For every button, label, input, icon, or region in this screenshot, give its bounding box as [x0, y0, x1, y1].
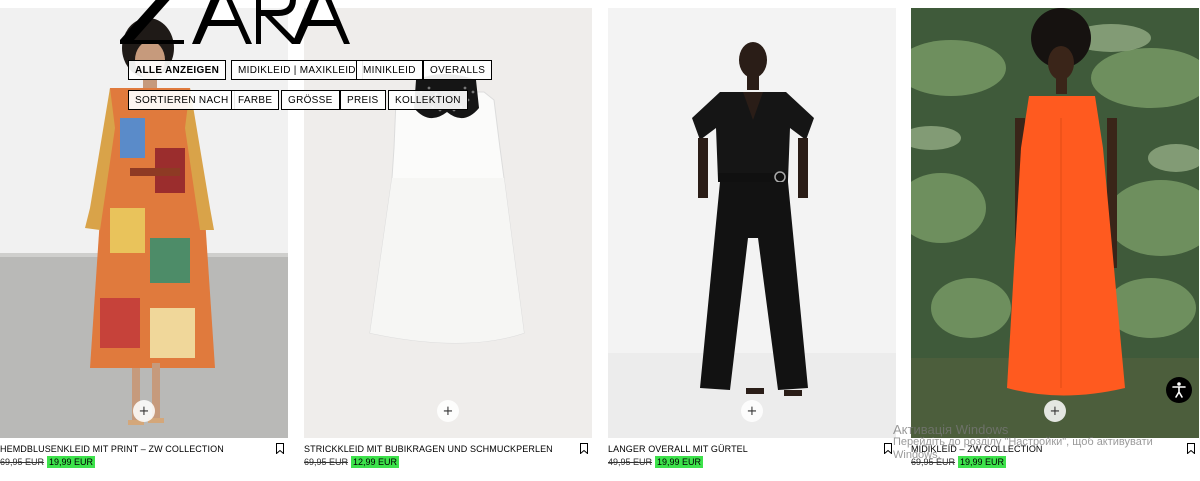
- watermark-line-2: Перейдіть до розділу "Настройки", щоб ак…: [893, 436, 1153, 448]
- filter-show-all[interactable]: ALLE ANZEIGEN: [128, 60, 227, 80]
- filter-overalls[interactable]: OVERALLS: [423, 60, 493, 80]
- add-to-cart-button[interactable]: +: [133, 400, 155, 422]
- sale-price: 12,99 EUR: [351, 456, 400, 468]
- add-to-cart-button[interactable]: +: [437, 400, 459, 422]
- sort-by-button[interactable]: SORTIEREN NACH: [128, 90, 236, 110]
- sale-price: 19,99 EUR: [655, 456, 704, 468]
- product-card[interactable]: + MIDIKLEID – ZW COLLECTION 69,95 EUR 19,…: [911, 8, 1199, 468]
- accessibility-icon: [1172, 382, 1186, 398]
- windows-activation-watermark: Активація Windows Перейдіть до розділу "…: [893, 423, 1193, 462]
- filter-price[interactable]: PREIS: [340, 90, 386, 110]
- sale-price: 19,99 EUR: [47, 456, 96, 468]
- bookmark-icon[interactable]: [276, 443, 284, 454]
- bookmark-icon[interactable]: [884, 443, 892, 454]
- filter-midi-maxi[interactable]: MIDIKLEID | MAXIKLEID: [231, 60, 363, 80]
- filter-size[interactable]: GRÖSSE: [281, 90, 340, 110]
- zara-logo[interactable]: [120, 0, 350, 44]
- product-card[interactable]: + LANGER OVERALL MIT GÜRTEL 49,95 EUR 19,…: [608, 8, 896, 468]
- product-name[interactable]: LANGER OVERALL MIT GÜRTEL: [608, 444, 748, 454]
- old-price: 69,95 EUR: [304, 457, 349, 467]
- product-image[interactable]: +: [608, 8, 896, 438]
- filter-collection[interactable]: KOLLEKTION: [388, 90, 468, 110]
- product-name[interactable]: STRICKKLEID MIT BUBIKRAGEN UND SCHMUCKPE…: [304, 444, 553, 454]
- old-price: 69,95 EUR: [0, 457, 45, 467]
- watermark-line-3: Windows.: [893, 449, 941, 461]
- accessibility-button[interactable]: [1166, 377, 1192, 403]
- product-image[interactable]: +: [911, 8, 1199, 438]
- filter-mini[interactable]: MINIKLEID: [356, 60, 423, 80]
- add-to-cart-button[interactable]: +: [1044, 400, 1066, 422]
- add-to-cart-button[interactable]: +: [741, 400, 763, 422]
- filter-color[interactable]: FARBE: [231, 90, 280, 110]
- bookmark-icon[interactable]: [580, 443, 588, 454]
- product-name[interactable]: HEMDBLUSENKLEID MIT PRINT – ZW COLLECTIO…: [0, 444, 224, 454]
- watermark-line-1: Активація Windows: [893, 422, 1009, 437]
- old-price: 49,95 EUR: [608, 457, 653, 467]
